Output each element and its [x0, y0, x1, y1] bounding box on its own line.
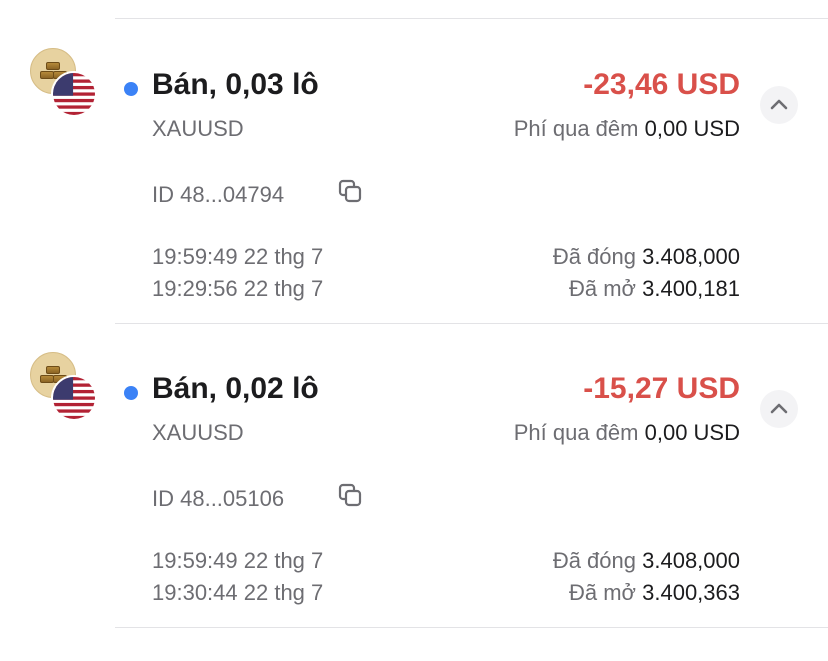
open-price-value: 3.400,181	[642, 276, 740, 301]
chevron-up-icon	[770, 403, 788, 414]
close-price-value: 3.408,000	[642, 548, 740, 573]
copy-id-button[interactable]	[336, 482, 364, 510]
close-price: Đã đóng 3.408,000	[553, 548, 740, 574]
copy-icon	[338, 179, 362, 203]
close-price-value: 3.408,000	[642, 244, 740, 269]
trade-pnl: -15,27 USD	[583, 372, 740, 405]
instrument-avatar	[30, 352, 98, 421]
collapse-button[interactable]	[760, 390, 798, 428]
close-price-label: Đã đóng	[552, 244, 636, 269]
open-price-value: 3.400,363	[642, 580, 740, 605]
overnight-fee: Phí qua đêm 0,00 USD	[514, 116, 740, 142]
status-dot	[124, 82, 138, 96]
us-flag-icon	[51, 71, 97, 117]
trade-card[interactable]: Bán, 0,02 lô XAUUSD -15,27 USD Phí qua đ…	[0, 324, 828, 628]
close-price-label: Đã đóng	[552, 548, 636, 573]
us-flag-icon	[51, 375, 97, 421]
close-price: Đã đóng 3.408,000	[553, 244, 740, 270]
open-price-label: Đã mở	[569, 276, 636, 301]
copy-icon	[338, 483, 362, 507]
overnight-fee-label: Phí qua đêm	[513, 116, 639, 141]
collapse-button[interactable]	[760, 86, 798, 124]
instrument-avatar	[30, 48, 98, 117]
top-divider	[115, 18, 828, 19]
status-dot	[124, 386, 138, 400]
overnight-fee-value: 0,00 USD	[644, 420, 740, 445]
open-time: 19:30:44 22 thg 7	[152, 580, 324, 605]
open-price-label: Đã mở	[569, 580, 636, 605]
overnight-fee: Phí qua đêm 0,00 USD	[514, 420, 740, 446]
trade-pnl: -23,46 USD	[583, 68, 740, 101]
trade-id: ID 48...05106	[152, 486, 285, 511]
open-time: 19:29:56 22 thg 7	[152, 276, 324, 301]
trade-symbol: XAUUSD	[152, 116, 244, 141]
trade-title: Bán, 0,02 lô	[152, 372, 319, 405]
open-price: Đã mở 3.400,181	[569, 276, 740, 302]
trade-id: ID 48...04794	[152, 182, 285, 207]
overnight-fee-label: Phí qua đêm	[513, 420, 639, 445]
trade-title: Bán, 0,03 lô	[152, 68, 319, 101]
trade-symbol: XAUUSD	[152, 420, 244, 445]
open-price: Đã mở 3.400,363	[569, 580, 740, 606]
close-time: 19:59:49 22 thg 7	[152, 244, 324, 269]
overnight-fee-value: 0,00 USD	[644, 116, 740, 141]
chevron-up-icon	[770, 99, 788, 110]
trade-card[interactable]: Bán, 0,03 lô XAUUSD -23,46 USD Phí qua đ…	[0, 20, 828, 324]
bottom-divider	[115, 627, 828, 628]
copy-id-button[interactable]	[336, 178, 364, 206]
close-time: 19:59:49 22 thg 7	[152, 548, 324, 573]
